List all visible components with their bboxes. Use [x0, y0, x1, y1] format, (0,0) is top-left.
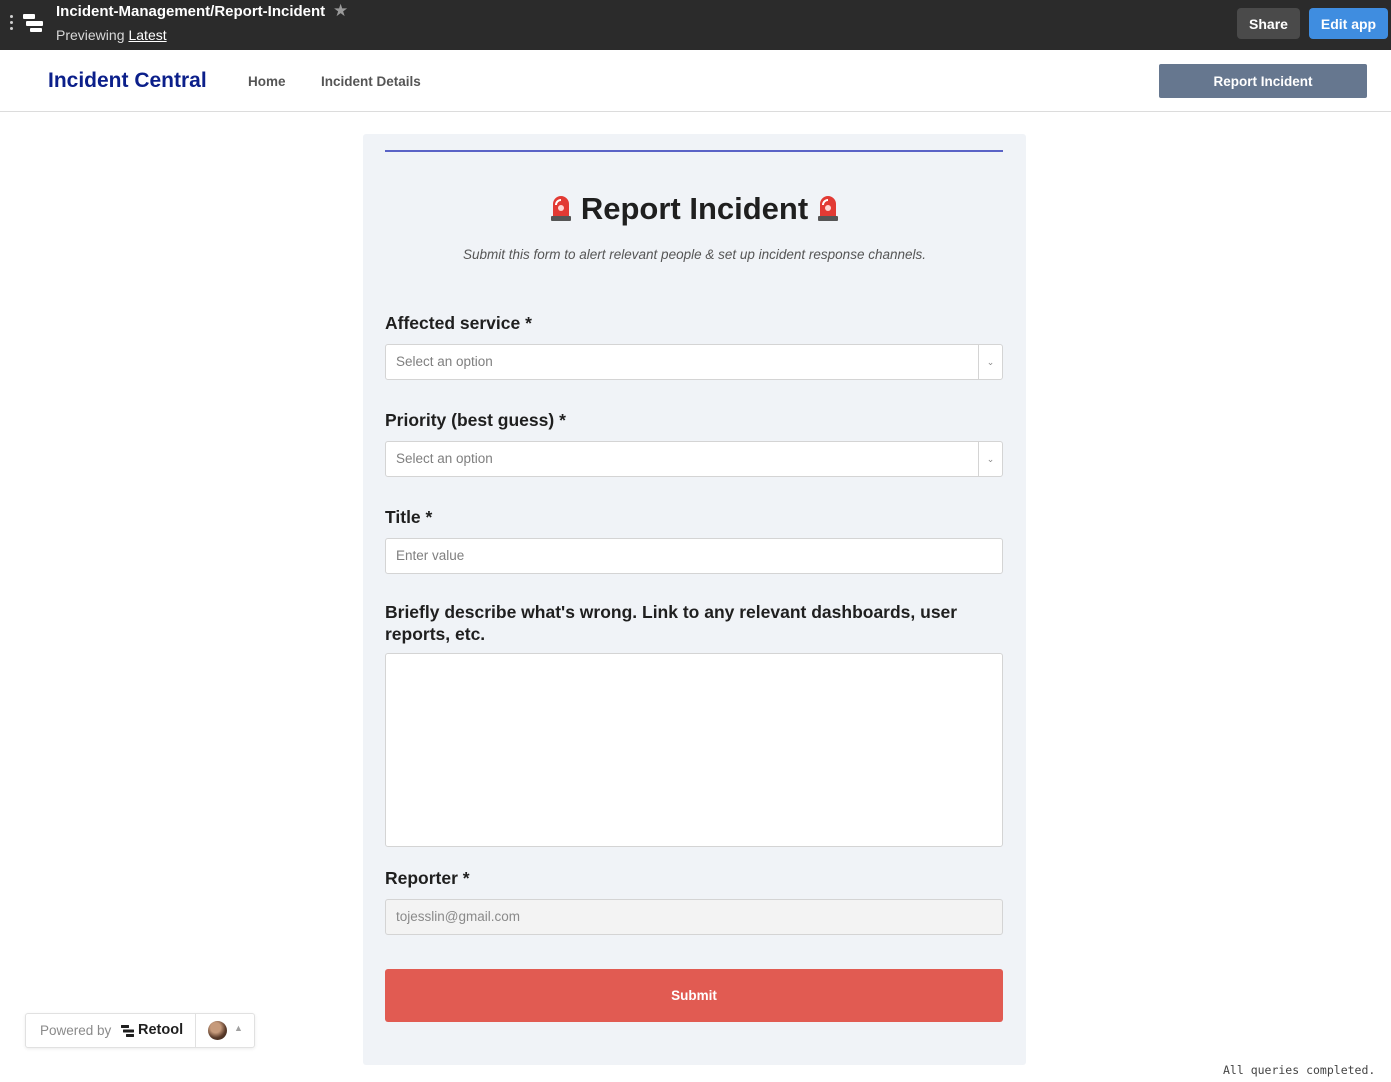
- retool-logo-icon: [121, 1025, 134, 1037]
- divider: [385, 150, 1003, 152]
- affected-service-placeholder: Select an option: [396, 354, 493, 369]
- avatar[interactable]: [208, 1021, 227, 1040]
- affected-service-select[interactable]: Select an option ⌄: [385, 344, 1003, 380]
- siren-icon: [818, 196, 839, 221]
- priority-placeholder: Select an option: [396, 451, 493, 466]
- edit-app-button[interactable]: Edit app: [1309, 8, 1388, 39]
- app-navbar: Incident Central Home Incident Details R…: [0, 50, 1391, 112]
- priority-select[interactable]: Select an option ⌄: [385, 441, 1003, 477]
- affected-service-label: Affected service *: [385, 313, 532, 333]
- title-label: Title *: [385, 507, 433, 527]
- report-form-panel: Report Incident Submit this form to aler…: [363, 134, 1026, 1065]
- star-icon[interactable]: ★: [333, 1, 348, 21]
- chevron-down-icon[interactable]: ⌄: [978, 345, 1002, 379]
- description-textarea[interactable]: [385, 653, 1003, 847]
- title-input[interactable]: Enter value: [385, 538, 1003, 574]
- more-menu-icon[interactable]: [10, 15, 16, 31]
- powered-by-label: Powered by: [40, 1023, 112, 1038]
- form-title: Report Incident: [363, 191, 1026, 227]
- query-status: All queries completed.: [1223, 1063, 1376, 1077]
- siren-icon: [550, 196, 571, 221]
- previewing-label: Previewing: [56, 27, 125, 43]
- divider: [195, 1014, 196, 1047]
- chevron-down-icon[interactable]: ⌄: [978, 442, 1002, 476]
- retool-logo-icon[interactable]: [22, 12, 44, 34]
- form-title-text: Report Incident: [580, 191, 809, 226]
- retool-brand-label: Retool: [138, 1022, 184, 1038]
- share-button[interactable]: Share: [1237, 8, 1300, 39]
- description-label: Briefly describe what's wrong. Link to a…: [385, 602, 958, 644]
- app-path-title: Incident-Management/Report-Incident: [56, 3, 326, 20]
- reporter-label: Reporter *: [385, 868, 470, 888]
- form-subtitle: Submit this form to alert relevant peopl…: [462, 247, 926, 262]
- reporter-field: tojesslin@gmail.com: [385, 899, 1003, 935]
- powered-by-widget[interactable]: Powered by Retool ▲: [25, 1013, 255, 1048]
- reporter-value: tojesslin@gmail.com: [396, 909, 520, 924]
- brand-title[interactable]: Incident Central: [48, 69, 207, 93]
- report-incident-nav-button[interactable]: Report Incident: [1159, 64, 1367, 98]
- priority-label: Priority (best guess) *: [385, 410, 566, 430]
- chevron-up-icon[interactable]: ▲: [234, 1023, 243, 1033]
- nav-link-home[interactable]: Home: [248, 74, 286, 89]
- preview-status: Previewing Latest: [56, 27, 167, 43]
- title-placeholder: Enter value: [396, 548, 465, 563]
- top-bar: Incident-Management/Report-Incident ★ Pr…: [0, 0, 1391, 50]
- submit-button[interactable]: Submit: [385, 969, 1003, 1022]
- nav-link-incident-details[interactable]: Incident Details: [321, 74, 421, 89]
- version-link[interactable]: Latest: [128, 27, 166, 43]
